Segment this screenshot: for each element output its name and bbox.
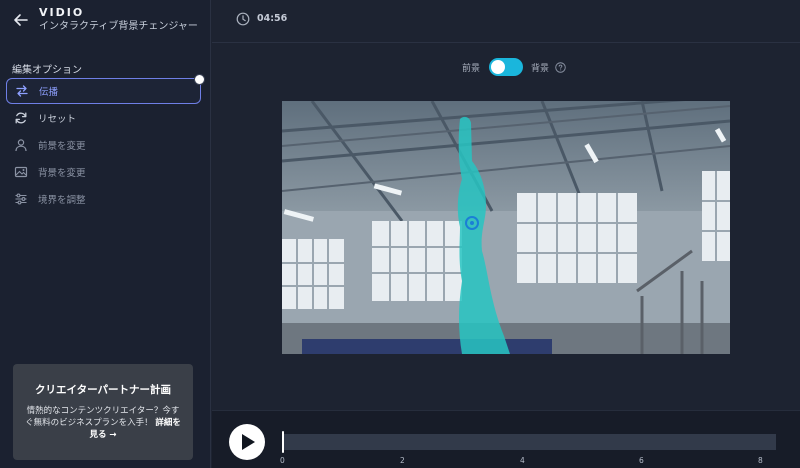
playhead[interactable] <box>282 431 284 453</box>
menu-item-change-foreground[interactable]: 前景を変更 <box>6 132 201 158</box>
back-arrow-icon[interactable] <box>12 11 30 29</box>
app-name: VIDIO <box>39 6 85 19</box>
background-label: 背景 <box>531 63 550 74</box>
menu-item-label: 背景を変更 <box>38 168 86 179</box>
image-icon <box>14 166 28 178</box>
play-icon <box>242 434 255 450</box>
selection-dot <box>194 74 205 85</box>
play-button[interactable] <box>229 424 265 460</box>
tick-label: 4 <box>520 456 525 465</box>
gym-scene-image <box>282 101 730 354</box>
sidebar: VIDIO インタラクティブ背景チェンジャー 編集オプション 伝播 リセット 前… <box>0 0 211 468</box>
tick-label: 8 <box>758 456 763 465</box>
sliders-icon <box>15 193 27 205</box>
promo-body: 情熱的なコンテンツクリエイター？今すぐ無料のビジネスプランを入手！ 詳細を見る … <box>13 405 193 441</box>
brand: VIDIO インタラクティブ背景チェンジャー <box>12 6 198 36</box>
foreground-label: 前景 <box>462 63 481 74</box>
swap-arrows-icon <box>16 85 28 97</box>
creator-partner-promo[interactable]: クリエイターパートナー計画 情熱的なコンテンツクリエイター？今すぐ無料のビジネス… <box>13 364 193 460</box>
help-icon[interactable] <box>555 61 566 73</box>
duration-time: 04:56 <box>257 13 288 24</box>
menu-item-change-background[interactable]: 背景を変更 <box>6 159 201 185</box>
menu-item-propagate[interactable]: 伝播 <box>6 74 205 104</box>
timeline-track[interactable] <box>282 434 776 450</box>
clock-icon <box>236 12 250 26</box>
video-preview[interactable] <box>282 101 730 354</box>
menu-item-adjust-boundary[interactable]: 境界を調整 <box>6 186 201 212</box>
refresh-icon <box>15 112 27 124</box>
menu-item-reset[interactable]: リセット <box>6 105 201 131</box>
app-subtitle: インタラクティブ背景チェンジャー <box>39 21 198 32</box>
tick-label: 6 <box>639 456 644 465</box>
tick-label: 2 <box>400 456 405 465</box>
section-title: 編集オプション <box>12 65 82 76</box>
timeline-bar: 0 2 4 6 8 <box>212 410 800 468</box>
edit-options-menu: 伝播 リセット 前景を変更 背景を変更 境界を調整 <box>6 74 205 213</box>
menu-item-label: 前景を変更 <box>38 141 86 152</box>
menu-item-label: リセット <box>38 114 77 125</box>
tick-label: 0 <box>280 456 285 465</box>
layer-toggle-row: 前景 背景 <box>462 58 566 76</box>
top-bar: 04:56 <box>212 0 800 43</box>
foreground-background-toggle[interactable] <box>489 58 524 76</box>
toggle-knob <box>491 60 506 74</box>
promo-title: クリエイターパートナー計画 <box>35 384 171 396</box>
person-icon <box>15 139 27 152</box>
menu-item-label: 伝播 <box>39 87 59 98</box>
menu-item-label: 境界を調整 <box>38 195 86 206</box>
